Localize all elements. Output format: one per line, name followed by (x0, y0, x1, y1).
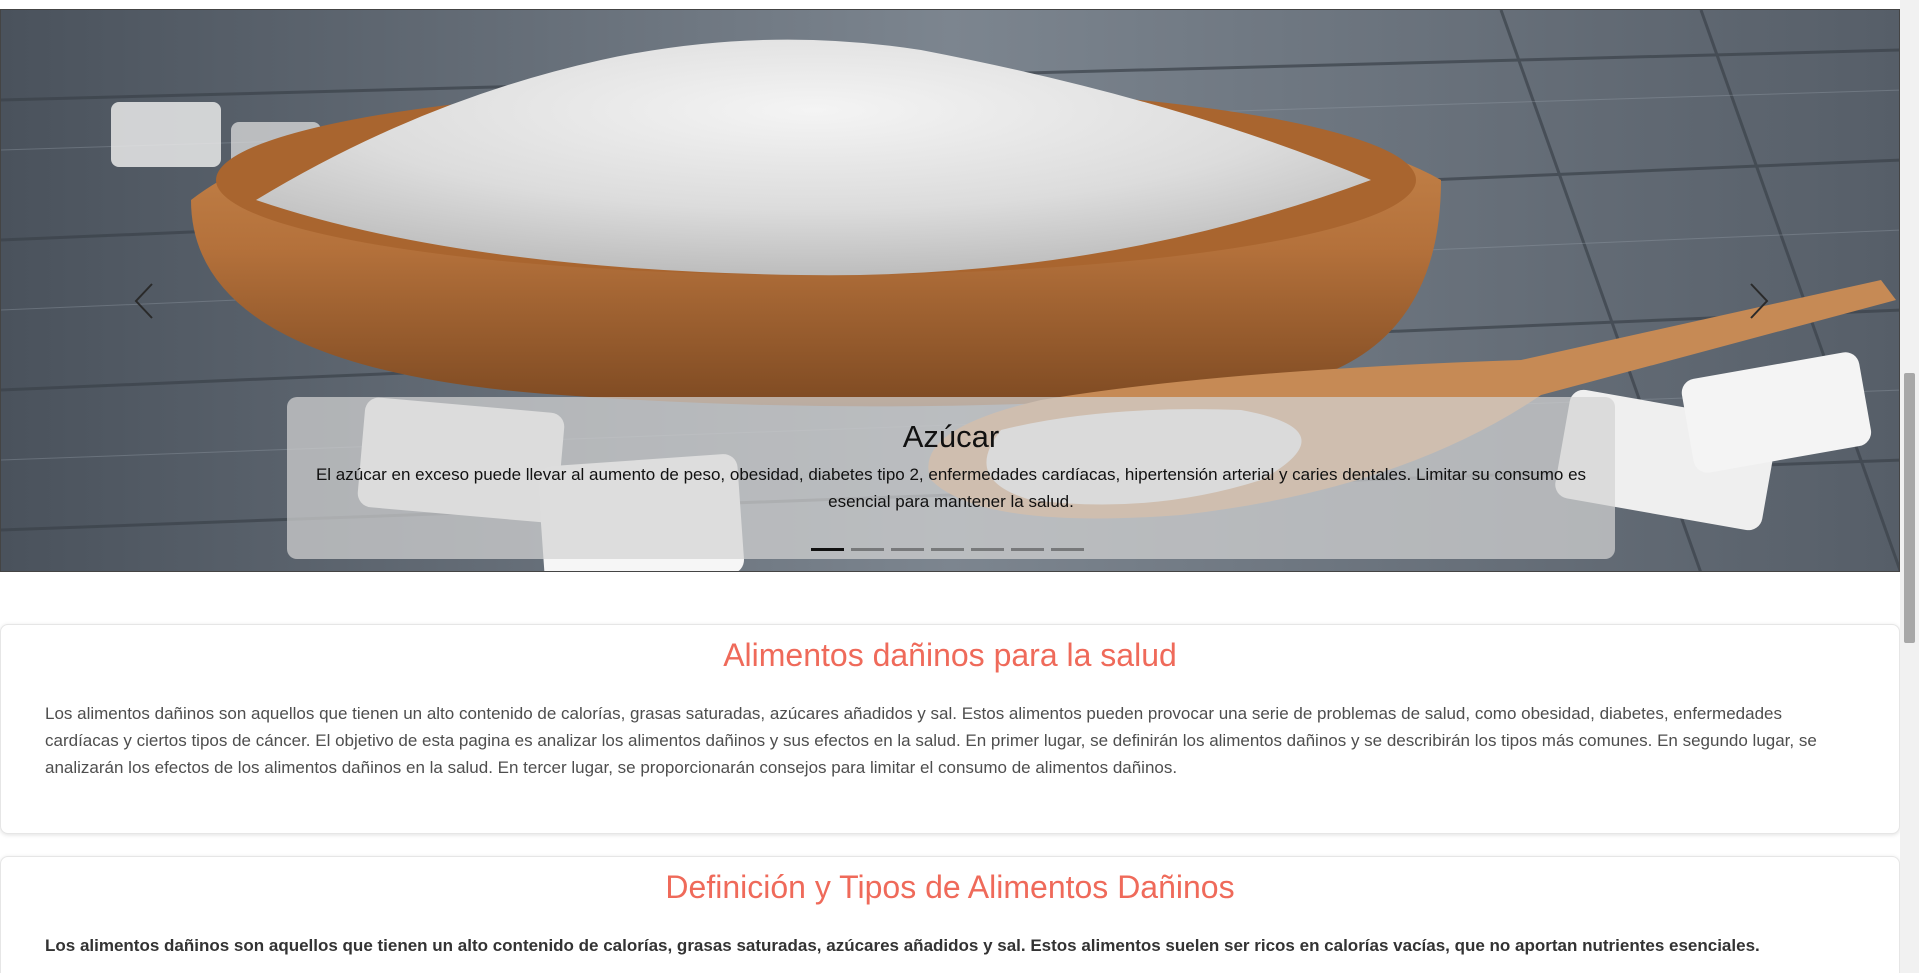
carousel-indicator[interactable] (931, 548, 964, 551)
scrollbar-thumb[interactable] (1904, 373, 1915, 643)
carousel-indicator[interactable] (1011, 548, 1044, 551)
section-title: Definición y Tipos de Alimentos Dañinos (665, 869, 1235, 905)
chevron-right-icon (1750, 283, 1769, 319)
carousel-indicator[interactable] (1051, 548, 1084, 551)
intro-section: Alimentos dañinos para la salud Los alim… (0, 624, 1900, 834)
section-text: Los alimentos dañinos son aquellos que t… (45, 936, 1760, 955)
slide-description: El azúcar en exceso puede llevar al aume… (315, 465, 1587, 511)
carousel-indicator[interactable] (851, 548, 884, 551)
carousel-prev-button[interactable] (126, 278, 166, 324)
definition-section: Definición y Tipos de Alimentos Dañinos … (0, 856, 1900, 973)
carousel-indicator[interactable] (811, 548, 844, 551)
page-scrollbar[interactable] (1900, 0, 1919, 973)
section-text: Los alimentos dañinos son aquellos que t… (45, 704, 1817, 777)
page: Azúcar El azúcar en exceso puede llevar … (0, 0, 1900, 973)
slide-title: Azúcar (902, 419, 1000, 454)
carousel-next-button[interactable] (1737, 278, 1777, 324)
image-carousel[interactable]: Azúcar El azúcar en exceso puede llevar … (0, 9, 1900, 572)
carousel-indicator[interactable] (971, 548, 1004, 551)
carousel-caption: Azúcar El azúcar en exceso puede llevar … (287, 397, 1615, 559)
carousel-indicator[interactable] (891, 548, 924, 551)
chevron-left-icon (134, 283, 153, 319)
carousel-indicators (811, 548, 1084, 551)
section-title: Alimentos dañinos para la salud (723, 637, 1177, 673)
